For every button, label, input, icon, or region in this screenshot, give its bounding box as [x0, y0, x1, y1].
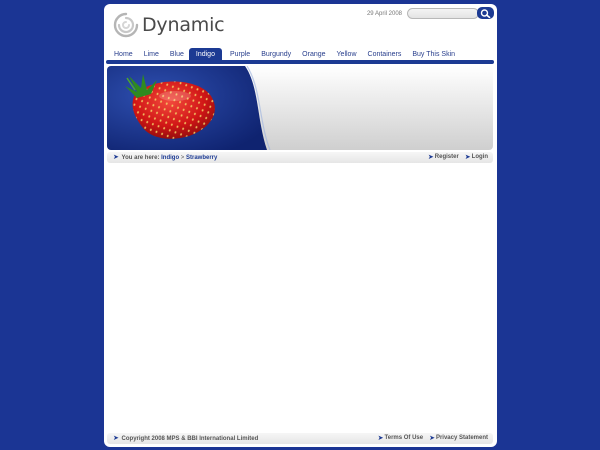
- strawberry-banner-image: [107, 66, 493, 150]
- breadcrumb-link-indigo[interactable]: Indigo: [161, 155, 179, 161]
- logo[interactable]: Dynamic: [113, 12, 225, 38]
- breadcrumb: ➤ You are here: Indigo > Strawberry ➤ Re…: [107, 152, 493, 163]
- logo-text: Dynamic: [142, 14, 225, 36]
- terms-of-use-link[interactable]: Terms Of Use: [385, 433, 424, 444]
- privacy-statement-link[interactable]: Privacy Statement: [436, 433, 488, 444]
- arrow-right-icon: ➤: [464, 154, 471, 161]
- copyright-text: Copyright 2008 MPS & BBI International L…: [121, 436, 259, 442]
- breadcrumb-prefix: You are here:: [121, 155, 160, 161]
- arrow-right-icon: ➤: [113, 154, 119, 161]
- breadcrumb-link-strawberry[interactable]: Strawberry: [186, 155, 217, 161]
- nav-underline-bar: [106, 60, 494, 64]
- swirl-logo-icon: [113, 12, 139, 38]
- arrow-right-icon: ➤: [377, 435, 384, 442]
- current-date: 29 April 2008: [366, 11, 402, 17]
- register-link[interactable]: Register: [435, 152, 459, 163]
- search-button[interactable]: [477, 7, 494, 19]
- search-input[interactable]: [407, 8, 479, 19]
- breadcrumb-separator: >: [180, 155, 185, 161]
- arrow-right-icon: ➤: [113, 435, 119, 442]
- page-container: Dynamic 29 April 2008 Home Lime Blue Ind…: [104, 4, 497, 447]
- main-navigation: Home Lime Blue Indigo Purple Burgundy Or…: [114, 47, 466, 61]
- arrow-right-icon: ➤: [427, 154, 434, 161]
- search-icon: [480, 8, 491, 18]
- arrow-right-icon: ➤: [429, 435, 435, 442]
- footer: ➤ Copyright 2008 MPS & BBI International…: [107, 433, 493, 444]
- login-link[interactable]: Login: [472, 152, 488, 163]
- header-banner: [107, 66, 493, 150]
